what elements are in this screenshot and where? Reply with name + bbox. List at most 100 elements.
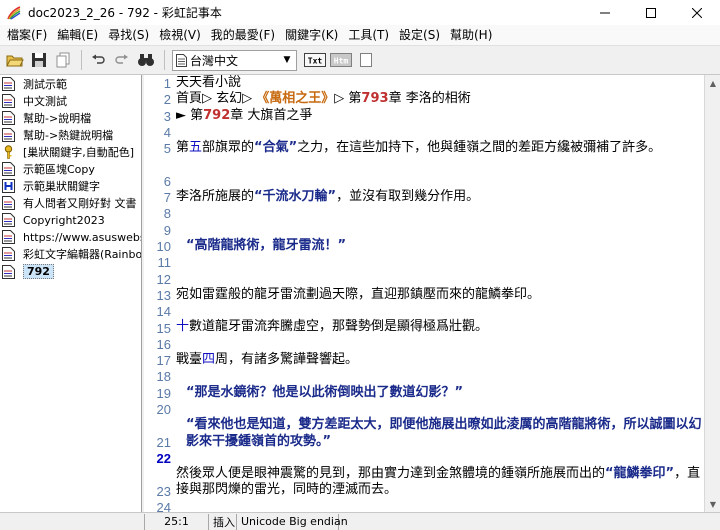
tree-item-label: 中文測試 (23, 94, 67, 108)
tree-item-label: 792 (23, 264, 54, 280)
tree-item[interactable]: 幫助->熱鍵說明檔 (0, 126, 141, 143)
maximize-icon (646, 7, 656, 18)
tree-item[interactable]: 示範區塊Copy (0, 160, 141, 177)
menu-favorites[interactable]: 我的最愛(F) (206, 25, 280, 45)
quote-highlight: “龍鱗拳印” (605, 466, 675, 482)
line-number: 14 (156, 304, 171, 320)
scroll-down-icon[interactable]: ▼ (705, 496, 720, 512)
text-line (176, 450, 702, 466)
text-line (176, 124, 702, 140)
minimize-button[interactable] (582, 0, 628, 25)
tree-item[interactable]: https://www.asuswebstora (0, 229, 141, 246)
tree-item-label: 幫助->熱鍵說明檔 (23, 128, 114, 142)
line-number: 12 (156, 271, 171, 287)
text-line (176, 222, 702, 238)
quote-highlight: “那是水鏡術？他是以此術倒映出了數道幻影？” (186, 384, 464, 400)
blank-page-icon (360, 53, 372, 67)
blank-page-button[interactable] (355, 49, 377, 71)
minimize-icon (600, 12, 610, 13)
quote-highlight: “合氣” (254, 140, 298, 156)
line-number: 21 (156, 434, 171, 450)
encoding-select[interactable]: 台灣中文 ▼ (172, 49, 297, 71)
scroll-up-icon[interactable]: ▲ (705, 75, 720, 91)
text-editor[interactable]: 1 2 3 4 5 6 7 8 9 10 11 12 13 14 15 16 1… (144, 75, 704, 512)
copy-pages-icon (56, 52, 70, 68)
tree-item-label: 示範巢狀關鍵字 (23, 180, 100, 194)
text-line: 戰臺四周，有諸多驚譁聲響起。 (176, 352, 702, 368)
tree-item-label: https://www.asuswebstora (23, 230, 141, 244)
find-button[interactable] (135, 49, 157, 71)
text-line: “看來他也是知道，雙方差距太大，即便他施展出暸如此淩厲的高階龍將術，所以誠圖以幻… (176, 417, 702, 450)
document-icon (176, 53, 187, 67)
text-content[interactable]: 天天看小說 首頁▷ 玄幻▷ 《萬相之王》▷ 第793章 李洛的相術 ► 第792… (176, 75, 702, 512)
tree-item[interactable]: 幫助->說明檔 (0, 109, 141, 126)
open-button[interactable] (4, 49, 26, 71)
text-run: 數道龍牙雷流奔騰虛空，那聲勢倒是顯得極爲壯觀。 (189, 319, 489, 335)
text-line: 十數道龍牙雷流奔騰虛空，那聲勢倒是顯得極爲壯觀。 (176, 319, 702, 335)
line-number: 18 (156, 369, 171, 385)
file-encoding: Unicode Big endian (237, 513, 348, 530)
document-tree[interactable]: 測試示範 中文測試 幫助->說明檔 幫助->熱鍵說明檔 [巢狀關鍵字,自動配色]… (0, 75, 142, 512)
quote-highlight: “看來他也是知道，雙方差距太大，即便他施展出暸如此淩厲的高階龍將術，所以誠圖以幻… (186, 417, 702, 449)
close-button[interactable] (674, 0, 720, 25)
tree-item[interactable]: 示範巢狀關鍵字 (0, 178, 141, 195)
book-title-highlight: 《萬相之王》 (256, 91, 335, 107)
menu-edit[interactable]: 編輯(E) (52, 25, 103, 45)
number-highlight: 五 (189, 140, 203, 156)
save-icon (32, 53, 46, 67)
number-highlight: 四 (202, 352, 216, 368)
tree-item[interactable]: 彩虹文字編輯器(Rainbow (0, 246, 141, 263)
text-line (176, 271, 702, 287)
tree-item[interactable]: 中文測試 (0, 92, 141, 109)
text-line: 天天看小說 (176, 75, 702, 91)
line-number: 3 (163, 108, 171, 124)
key-icon (4, 145, 13, 159)
text-run: 首頁▷ 玄幻▷ (176, 91, 257, 107)
number-highlight: 十 (176, 319, 190, 335)
text-run: 戰臺 (176, 352, 203, 368)
tree-item-selected[interactable]: 792 (0, 263, 141, 280)
svg-text:Txt: Txt (308, 57, 323, 66)
line-number: 16 (156, 336, 171, 352)
htm-export-icon: Htm (330, 53, 352, 67)
quote-highlight: “千流水刀輪” (254, 189, 337, 205)
text-line (176, 254, 702, 270)
text-run: ▷ 第 (334, 91, 362, 107)
insert-mode: 插入 (209, 513, 237, 530)
line-number: 1 (163, 76, 171, 91)
line-number: 13 (156, 287, 171, 303)
tree-item[interactable]: 有人問者又剛好對 文書 (0, 195, 141, 212)
tree-item[interactable]: [巢狀關鍵字,自動配色] (0, 143, 141, 160)
number-highlight: 792 (203, 107, 231, 123)
status-bar: 25:1 插入 Unicode Big endian (0, 512, 720, 530)
tree-item[interactable]: Copyright2023 (0, 212, 141, 229)
menu-help[interactable]: 幫助(H) (445, 25, 497, 45)
line-number: 10 (156, 239, 171, 254)
save-button[interactable] (28, 49, 50, 71)
copy-pages-button[interactable] (52, 49, 74, 71)
tree-item[interactable]: 測試示範 (0, 75, 141, 92)
undo-button[interactable] (87, 49, 109, 71)
txt-export-button[interactable]: Txt (303, 49, 327, 71)
htm-export-button[interactable]: Htm (329, 49, 353, 71)
text-line: 首頁▷ 玄幻▷ 《萬相之王》▷ 第793章 李洛的相術 (176, 91, 702, 107)
menu-file[interactable]: 檔案(F) (2, 25, 52, 45)
document-icon (2, 127, 15, 142)
menu-settings[interactable]: 設定(S) (394, 25, 445, 45)
binoculars-icon (138, 54, 154, 66)
undo-icon (92, 54, 105, 64)
text-run: ► 第 (176, 107, 204, 123)
chevron-down-icon[interactable]: ▼ (280, 51, 294, 70)
menu-search[interactable]: 尋找(S) (103, 25, 154, 45)
line-number: 15 (156, 320, 171, 336)
menu-tools[interactable]: 工具(T) (343, 25, 394, 45)
maximize-button[interactable] (628, 0, 674, 25)
text-run: 章 李洛的相術 (388, 91, 471, 107)
status-blank (0, 513, 145, 530)
line-number: 11 (157, 255, 172, 271)
menu-view[interactable]: 檢視(V) (154, 25, 206, 45)
vertical-scrollbar[interactable]: ▲ ▼ (704, 75, 720, 512)
tree-item-label: 測試示範 (23, 77, 67, 91)
redo-button[interactable] (111, 49, 133, 71)
menu-keywords[interactable]: 關鍵字(K) (280, 25, 343, 45)
